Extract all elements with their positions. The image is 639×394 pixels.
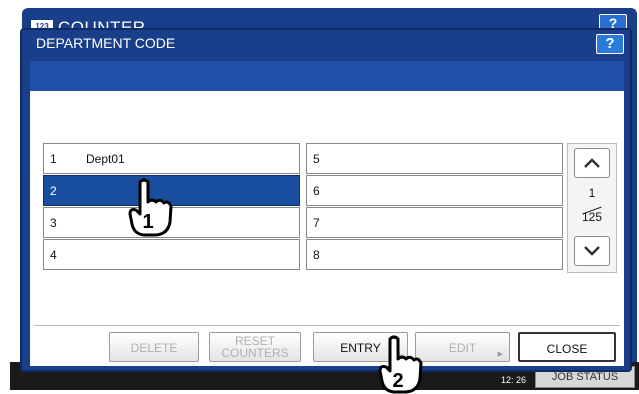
step-1-number: 1 xyxy=(142,211,153,233)
screen: 123 COUNTER ? 12: 26 JOB STATUS DEPARTME… xyxy=(0,0,639,394)
step-2-number: 2 xyxy=(392,370,403,392)
department-code-dialog: DEPARTMENT CODE ? 1 Dept01 2 3 4 5 6 7 8… xyxy=(20,28,632,372)
dialog-body: 1 Dept01 2 3 4 5 6 7 8 1 125 DELETE RESE… xyxy=(30,91,624,366)
department-number: 2 xyxy=(50,184,57,198)
current-page: 1 xyxy=(588,186,596,200)
reset-counters-label: RESET COUNTERS xyxy=(210,335,300,359)
dialog-header-band xyxy=(30,61,624,91)
department-number: 6 xyxy=(313,184,320,198)
edit-button[interactable]: EDIT ▶ xyxy=(415,332,510,362)
chevron-up-icon xyxy=(584,158,600,168)
department-number: 4 xyxy=(50,248,57,262)
chevron-down-icon xyxy=(584,246,600,256)
department-name: Dept01 xyxy=(86,152,125,166)
department-row-5[interactable]: 5 xyxy=(306,143,563,174)
delete-label: DELETE xyxy=(130,341,178,355)
dialog-help-button[interactable]: ? xyxy=(596,34,624,54)
close-label: CLOSE xyxy=(546,342,588,356)
page-navigator: 1 125 xyxy=(567,143,617,273)
arrow-icon: ▶ xyxy=(497,351,503,358)
clock: 12: 26 xyxy=(500,375,526,385)
delete-button[interactable]: DELETE xyxy=(109,332,199,362)
close-button[interactable]: CLOSE xyxy=(518,332,616,362)
department-number: 1 xyxy=(50,152,57,166)
page-up-button[interactable] xyxy=(574,148,610,178)
department-number: 7 xyxy=(313,216,320,230)
pointing-hand-icon: 2 xyxy=(378,335,423,394)
department-row-4[interactable]: 4 xyxy=(43,239,300,270)
department-row-8[interactable]: 8 xyxy=(306,239,563,270)
divider xyxy=(34,325,620,326)
reset-counters-button[interactable]: RESET COUNTERS xyxy=(209,332,301,362)
department-number: 8 xyxy=(313,248,320,262)
reset-label-line2: COUNTERS xyxy=(221,346,289,360)
edit-label: EDIT xyxy=(448,341,477,355)
department-row-1[interactable]: 1 Dept01 xyxy=(43,143,300,174)
total-pages: 125 xyxy=(581,210,603,224)
department-number: 5 xyxy=(313,152,320,166)
dialog-title: DEPARTMENT CODE xyxy=(36,35,176,51)
department-row-6[interactable]: 6 xyxy=(306,175,563,206)
pointing-hand-icon: 1 xyxy=(128,178,173,237)
department-number: 3 xyxy=(50,216,57,230)
department-row-7[interactable]: 7 xyxy=(306,207,563,238)
page-down-button[interactable] xyxy=(574,236,610,266)
